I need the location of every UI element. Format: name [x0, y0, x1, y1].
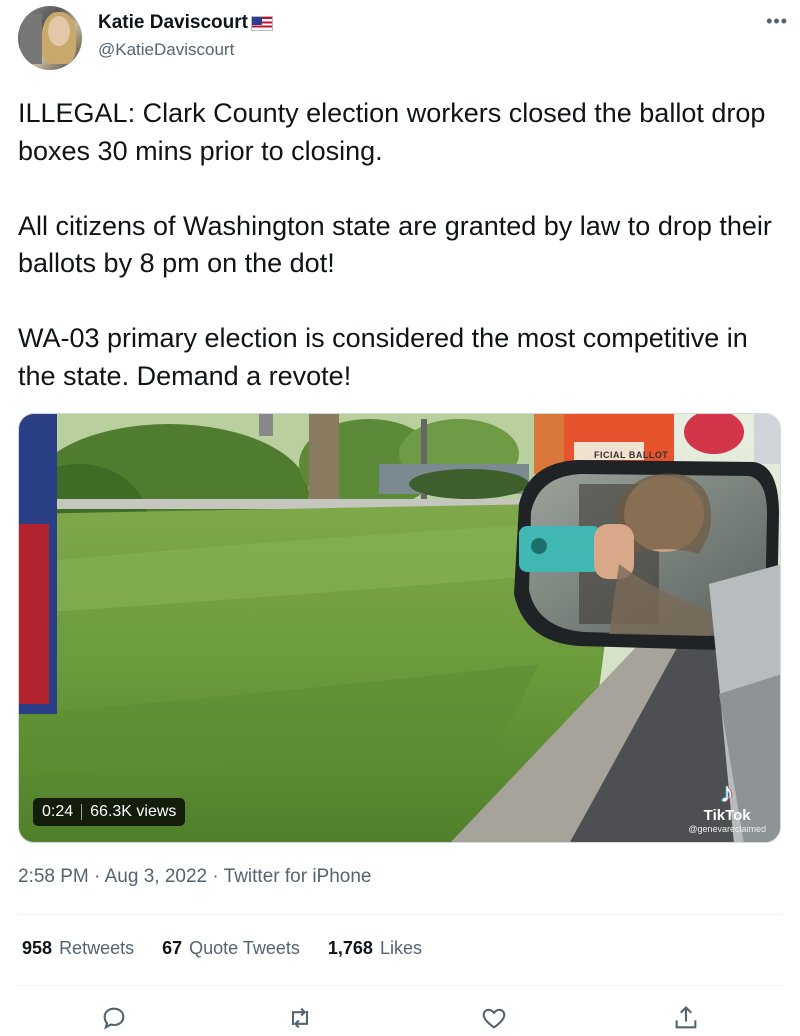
- reply-icon[interactable]: [100, 1004, 128, 1032]
- like-icon[interactable]: [480, 1004, 508, 1032]
- meta-separator-2: ·: [212, 866, 219, 887]
- tweet-stats: 958 Retweets 67 Quote Tweets 1,768 Likes: [22, 938, 422, 959]
- tweet-paragraph-3: WA-03 primary election is considered the…: [18, 323, 748, 391]
- tweet-paragraph-1: ILLEGAL: Clark County election workers c…: [18, 98, 766, 166]
- video-stats-badge: 0:24 66.3K views: [33, 798, 186, 826]
- author-display-name[interactable]: Katie Daviscourt: [98, 12, 248, 34]
- meta-separator-1: ·: [94, 866, 101, 887]
- divider-bottom: [18, 985, 782, 986]
- video-views: 66.3K views: [90, 803, 177, 820]
- author-handle[interactable]: @KatieDaviscourt: [98, 40, 234, 60]
- video-frame: [19, 414, 780, 842]
- video-player[interactable]: FICIAL BALLOT 0:24 66.3K views ♪ TikTok …: [18, 413, 781, 843]
- more-options-icon[interactable]: •••: [766, 12, 788, 30]
- share-icon[interactable]: [672, 1004, 700, 1032]
- badge-divider: [81, 804, 83, 820]
- ballot-sign-text: FICIAL BALLOT: [594, 450, 669, 460]
- tiktok-brand: TikTok: [703, 807, 751, 824]
- tweet-actions: [0, 1000, 800, 1036]
- tiktok-logo-icon: ♪: [720, 777, 735, 808]
- us-flag-icon: [250, 15, 273, 31]
- video-duration: 0:24: [42, 803, 74, 820]
- author-name-row[interactable]: Katie Daviscourt: [98, 12, 273, 34]
- retweet-icon[interactable]: [286, 1004, 314, 1032]
- retweets-stat[interactable]: 958 Retweets: [22, 938, 134, 959]
- tweet-date[interactable]: Aug 3, 2022: [105, 866, 207, 887]
- author-avatar[interactable]: [18, 6, 82, 70]
- divider-top: [18, 914, 782, 915]
- tweet-paragraph-2: All citizens of Washington state are gra…: [18, 210, 772, 279]
- tweet-meta: 2:58 PM · Aug 3, 2022 · Twitter for iPho…: [18, 866, 371, 888]
- tweet-header: Katie Daviscourt @KatieDaviscourt •••: [18, 6, 788, 78]
- tiktok-username: @genevareclaimed: [688, 824, 766, 834]
- tiktok-watermark: ♪ TikTok @genevareclaimed: [688, 777, 766, 835]
- quote-tweets-stat[interactable]: 67 Quote Tweets: [162, 938, 300, 959]
- tweet-text: ILLEGAL: Clark County election workers c…: [18, 95, 778, 395]
- tweet-source[interactable]: Twitter for iPhone: [224, 866, 372, 887]
- likes-stat[interactable]: 1,768 Likes: [328, 938, 422, 959]
- tweet-time[interactable]: 2:58 PM: [18, 866, 89, 887]
